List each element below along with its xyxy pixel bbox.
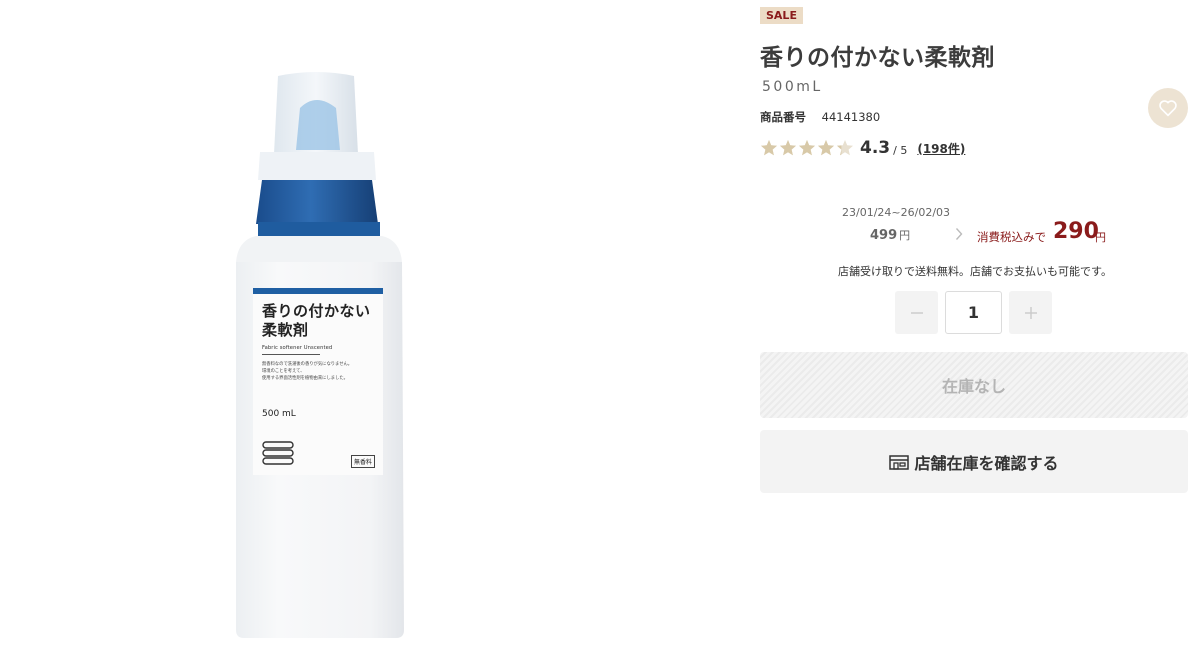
label-product-name-1: 香りの付かない bbox=[262, 302, 371, 320]
regular-price-value: 499 bbox=[870, 228, 898, 243]
product-label: 香りの付かない 柔軟剤 Fabric softener Unscented 無香… bbox=[253, 288, 383, 475]
label-subtitle: Fabric softener Unscented bbox=[262, 345, 333, 351]
store-icon bbox=[889, 454, 910, 470]
product-volume: 500mL bbox=[762, 79, 823, 95]
star-icon bbox=[837, 140, 853, 156]
plus-icon bbox=[1024, 306, 1037, 319]
sku-row: 商品番号 44141380 bbox=[760, 109, 880, 125]
label-divider bbox=[262, 354, 320, 355]
star-icon bbox=[818, 140, 834, 156]
price-row: 499 円 消費税込みで 290 円 bbox=[760, 218, 1190, 248]
rating-stars bbox=[760, 139, 854, 157]
star-icon bbox=[780, 140, 796, 156]
review-count-link[interactable]: (198件) bbox=[917, 140, 965, 157]
regular-price-unit: 円 bbox=[899, 229, 911, 242]
product-details: SALE 香りの付かない柔軟剤 500mL 商品番号 44141380 4.3 … bbox=[760, 0, 1190, 652]
quantity-stepper bbox=[895, 291, 1052, 334]
label-unscented-badge: 無香料 bbox=[350, 455, 375, 468]
check-store-stock-label: 店舗在庫を確認する bbox=[914, 453, 1059, 473]
quantity-increase-button[interactable] bbox=[1009, 291, 1052, 334]
out-of-stock-button[interactable]: 在庫なし bbox=[760, 352, 1188, 418]
rating-value: 4.3 bbox=[860, 138, 891, 158]
out-of-stock-label: 在庫なし bbox=[941, 377, 1006, 396]
product-title: 香りの付かない柔軟剤 bbox=[760, 45, 995, 71]
star-icon bbox=[799, 140, 815, 156]
minus-icon bbox=[910, 311, 923, 314]
product-image: 香りの付かない 柔軟剤 Fabric softener Unscented 無香… bbox=[0, 0, 640, 652]
heart-icon bbox=[1159, 100, 1177, 117]
quantity-input[interactable] bbox=[945, 291, 1002, 334]
rating-row: 4.3 / 5 (198件) bbox=[760, 137, 965, 159]
rating-max: / 5 bbox=[893, 143, 908, 157]
label-volume: 500 mL bbox=[262, 409, 296, 419]
regular-price: 499 円 bbox=[870, 227, 910, 243]
sale-price-unit: 円 bbox=[1095, 231, 1106, 244]
check-store-stock-button[interactable]: 店舗在庫を確認する bbox=[760, 430, 1188, 493]
shipping-note: 店舗受け取りで送料無料。店舗でお支払いも可能です。 bbox=[838, 265, 1112, 278]
tax-included-label: 消費税込みで bbox=[977, 230, 1046, 244]
label-description: 無香料なので洗濯後の香りが気になりません。 環境のことを考えて、 使用する界面活… bbox=[262, 362, 353, 381]
favorite-button[interactable] bbox=[1148, 88, 1188, 128]
quantity-decrease-button[interactable] bbox=[895, 291, 938, 334]
sale-price: 290 bbox=[1053, 219, 1099, 244]
chevron-right-icon bbox=[955, 228, 963, 240]
label-product-name-2: 柔軟剤 bbox=[262, 321, 309, 339]
sale-badge: SALE bbox=[760, 7, 803, 24]
sku-label: 商品番号 bbox=[760, 110, 806, 124]
star-icon bbox=[761, 140, 777, 156]
sku-value: 44141380 bbox=[821, 110, 881, 124]
